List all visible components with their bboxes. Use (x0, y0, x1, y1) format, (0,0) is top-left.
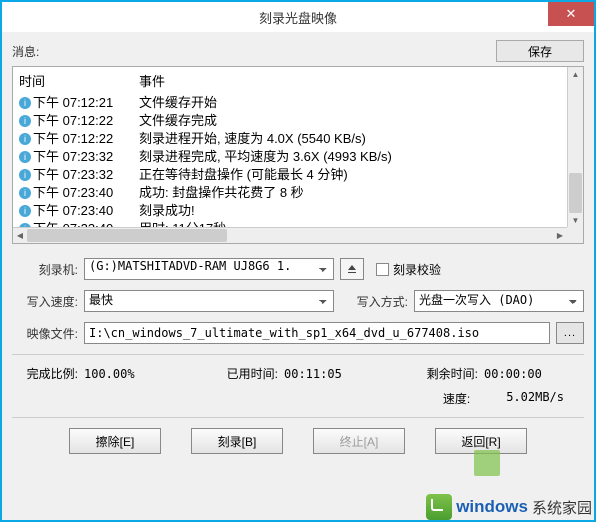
log-event: 成功: 封盘操作共花费了 8 秒 (139, 184, 577, 202)
log-time: 下午 07:12:22 (33, 112, 139, 130)
close-button[interactable]: ✕ (548, 2, 594, 26)
info-icon: i (19, 151, 31, 163)
burn-button[interactable]: 刻录[B] (191, 428, 283, 454)
erase-button[interactable]: 擦除[E] (69, 428, 161, 454)
scroll-right-icon[interactable]: ▶ (553, 228, 567, 243)
info-icon: i (19, 115, 31, 127)
recorder-select[interactable]: (G:)MATSHITADVD-RAM UJ8G6 1. (84, 258, 334, 280)
log-row: i下午 07:23:40成功: 封盘操作共花费了 8 秒 (19, 184, 577, 202)
watermark-icon (426, 494, 452, 520)
col-event: 事件 (139, 71, 577, 90)
watermark-sub: 系统家园 (532, 497, 592, 518)
log-header: 时间 事件 (13, 67, 583, 94)
log-time: 下午 07:12:22 (33, 130, 139, 148)
col-time: 时间 (19, 71, 139, 90)
elapsed-value: 00:11:05 (284, 367, 342, 381)
message-label: 消息: (12, 43, 39, 60)
stop-button: 终止[A] (313, 428, 405, 454)
verify-label: 刻录校验 (393, 261, 441, 278)
scroll-corner (567, 227, 583, 243)
save-button[interactable]: 保存 (496, 40, 584, 62)
recorder-label: 刻录机: (12, 261, 84, 278)
dialog-window: 刻录光盘映像 ✕ 消息: 保存 时间 事件 i下午 07:12:21文件缓存开始… (0, 0, 596, 522)
window-title: 刻录光盘映像 (259, 8, 337, 27)
scroll-thumb-h[interactable] (27, 229, 227, 242)
scroll-down-icon[interactable]: ▼ (568, 213, 583, 227)
write-speed-select[interactable]: 最快 (84, 290, 334, 312)
speed-label: 写入速度: (12, 293, 84, 310)
log-event: 文件缓存开始 (139, 94, 577, 112)
title-bar: 刻录光盘映像 ✕ (2, 2, 594, 32)
write-method-select[interactable]: 光盘一次写入 (DAO) (414, 290, 584, 312)
speed-status-value: 5.02MB/s (506, 390, 564, 407)
verify-checkbox[interactable] (376, 263, 389, 276)
log-event: 刻录进程完成, 平均速度为 3.6X (4993 KB/s) (139, 148, 577, 166)
content-area: 消息: 保存 时间 事件 i下午 07:12:21文件缓存开始i下午 07:12… (2, 32, 594, 462)
progress-label: 完成比例: (12, 365, 84, 382)
log-row: i下午 07:23:32刻录进程完成, 平均速度为 3.6X (4993 KB/… (19, 148, 577, 166)
image-path-input[interactable] (84, 322, 550, 344)
remain-label: 剩余时间: (412, 365, 484, 382)
divider (12, 354, 584, 355)
info-icon: i (19, 169, 31, 181)
log-row: i下午 07:23:32正在等待封盘操作 (可能最长 4 分钟) (19, 166, 577, 184)
log-event: 刻录进程开始, 速度为 4.0X (5540 KB/s) (139, 130, 577, 148)
log-time: 下午 07:23:40 (33, 184, 139, 202)
elapsed-label: 已用时间: (212, 365, 284, 382)
watermark: windows 系统家园 (426, 494, 592, 520)
image-label: 映像文件: (12, 325, 84, 342)
scroll-left-icon[interactable]: ◀ (13, 228, 27, 243)
progress-value: 100.00% (84, 367, 135, 381)
log-body: i下午 07:12:21文件缓存开始i下午 07:12:22文件缓存完成i下午 … (13, 94, 583, 238)
info-icon: i (19, 205, 31, 217)
vertical-scrollbar[interactable]: ▲ ▼ (567, 67, 583, 227)
speed-status-label: 速度: (443, 390, 476, 407)
log-row: i下午 07:12:22刻录进程开始, 速度为 4.0X (5540 KB/s) (19, 130, 577, 148)
log-event: 文件缓存完成 (139, 112, 577, 130)
log-row: i下午 07:23:40刻录成功! (19, 202, 577, 220)
remain-value: 00:00:00 (484, 367, 542, 381)
log-time: 下午 07:23:32 (33, 148, 139, 166)
log-panel: 时间 事件 i下午 07:12:21文件缓存开始i下午 07:12:22文件缓存… (12, 66, 584, 244)
eject-button[interactable] (340, 258, 364, 280)
scroll-up-icon[interactable]: ▲ (568, 67, 583, 81)
info-icon: i (19, 133, 31, 145)
eject-icon (346, 263, 358, 275)
close-icon: ✕ (566, 6, 577, 22)
info-icon: i (19, 97, 31, 109)
info-icon: i (19, 187, 31, 199)
log-row: i下午 07:12:22文件缓存完成 (19, 112, 577, 130)
log-time: 下午 07:12:21 (33, 94, 139, 112)
divider-2 (12, 417, 584, 418)
method-label: 写入方式: (334, 293, 414, 310)
log-event: 刻录成功! (139, 202, 577, 220)
browse-button[interactable]: ... (556, 322, 584, 344)
log-row: i下午 07:12:21文件缓存开始 (19, 94, 577, 112)
horizontal-scrollbar[interactable]: ◀ ▶ (13, 227, 567, 243)
log-time: 下午 07:23:32 (33, 166, 139, 184)
scroll-thumb-v[interactable] (569, 173, 582, 213)
watermark-square (474, 450, 500, 476)
watermark-brand: windows (456, 497, 528, 517)
log-time: 下午 07:23:40 (33, 202, 139, 220)
log-event: 正在等待封盘操作 (可能最长 4 分钟) (139, 166, 577, 184)
